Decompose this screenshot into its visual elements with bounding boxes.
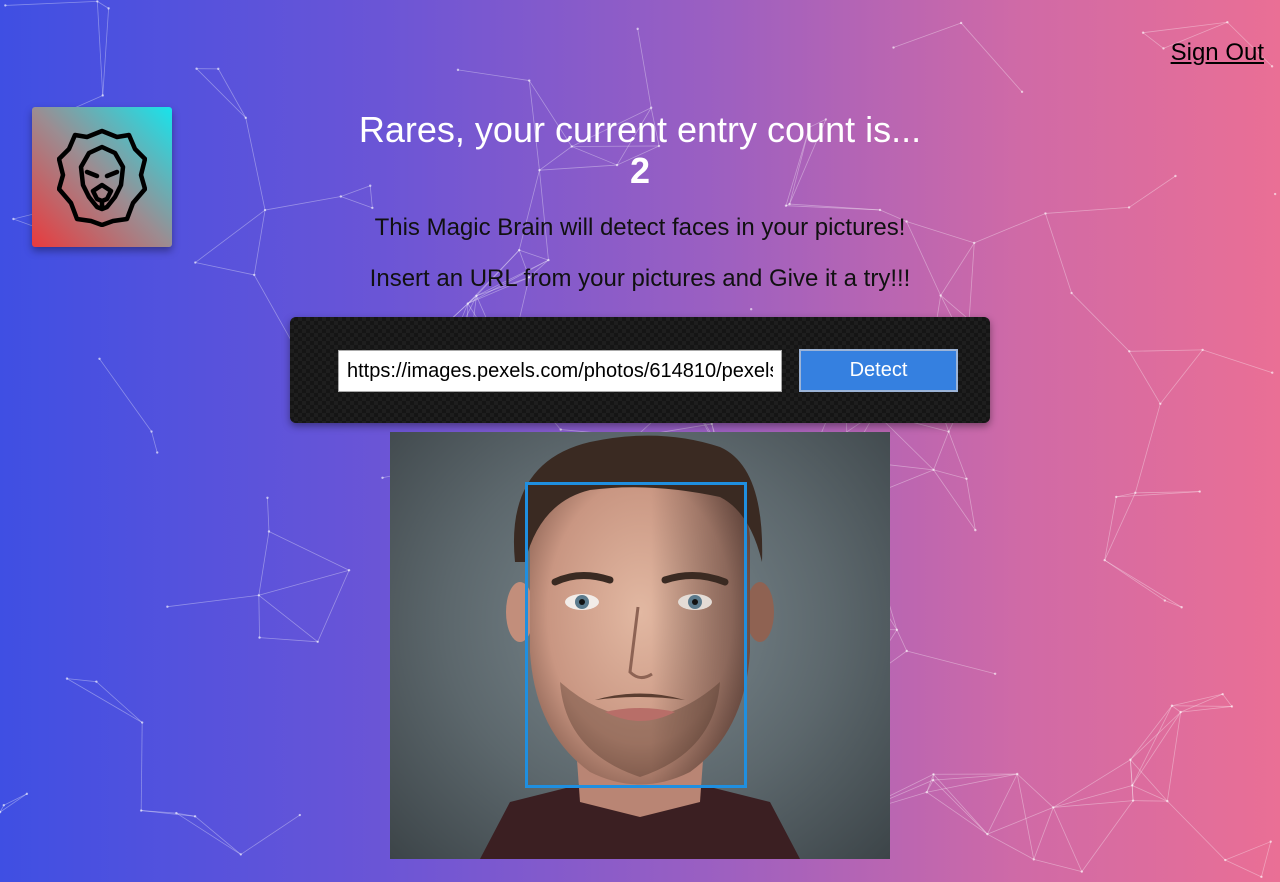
sign-out-link[interactable]: Sign Out [1171, 39, 1264, 67]
face-image [390, 432, 890, 859]
image-url-input[interactable] [338, 350, 782, 392]
intro-text: This Magic Brain will detect faces in yo… [374, 214, 906, 241]
instruction-text: Insert an URL from your pictures and Giv… [369, 265, 911, 292]
entry-count-heading: Rares, your current entry count is... [358, 109, 922, 150]
entry-count-value: 2 [629, 150, 651, 191]
image-url-form: Detect [290, 317, 990, 423]
detect-button[interactable]: Detect [799, 349, 958, 392]
face-bounding-box [525, 482, 747, 788]
